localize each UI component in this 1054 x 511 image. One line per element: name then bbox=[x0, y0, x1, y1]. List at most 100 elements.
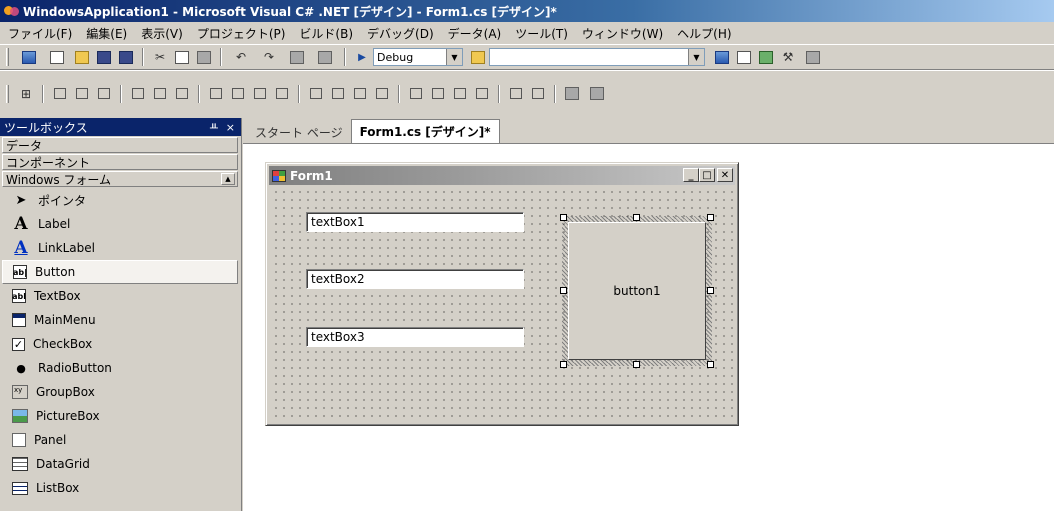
solution-explorer-button[interactable] bbox=[713, 48, 731, 66]
make-same-size-button[interactable] bbox=[273, 85, 291, 103]
bring-to-front-button[interactable] bbox=[563, 85, 581, 103]
undo-button[interactable]: ↶ bbox=[229, 48, 253, 66]
resize-handle[interactable] bbox=[560, 361, 567, 368]
horizontal-spacing-remove-button[interactable] bbox=[373, 85, 391, 103]
horizontal-spacing-increase-button[interactable] bbox=[329, 85, 347, 103]
save-all-button[interactable] bbox=[117, 48, 135, 66]
tool-listbox[interactable]: ListBox bbox=[0, 476, 241, 500]
open-file-button[interactable] bbox=[73, 48, 91, 66]
object-browser-icon bbox=[759, 50, 773, 64]
pin-icon[interactable]: ᚇ bbox=[210, 121, 218, 134]
toolbox-button[interactable]: ⚒ bbox=[779, 48, 797, 66]
tool-groupbox[interactable]: xy GroupBox bbox=[0, 380, 241, 404]
tool-checkbox[interactable]: ✓ CheckBox bbox=[0, 332, 241, 356]
make-same-width-button[interactable] bbox=[207, 85, 225, 103]
copy-button[interactable] bbox=[173, 48, 191, 66]
center-horizontally-button[interactable] bbox=[507, 85, 525, 103]
resize-handle[interactable] bbox=[707, 214, 714, 221]
resize-handle[interactable] bbox=[707, 361, 714, 368]
resize-handle[interactable] bbox=[707, 287, 714, 294]
menu-view[interactable]: 表示(V) bbox=[141, 25, 183, 42]
toolbox-section-data[interactable]: データ bbox=[2, 137, 238, 153]
menu-debug[interactable]: デバッグ(D) bbox=[367, 25, 434, 42]
new-project-button[interactable] bbox=[17, 48, 41, 66]
resize-handle[interactable] bbox=[560, 214, 567, 221]
chevron-down-icon[interactable]: ▼ bbox=[446, 49, 462, 65]
scroll-up-icon[interactable]: ▲ bbox=[221, 173, 235, 185]
properties-button[interactable] bbox=[735, 48, 753, 66]
find-in-files-button[interactable] bbox=[469, 48, 487, 66]
navigate-forward-button[interactable] bbox=[313, 48, 337, 66]
toolbox-section-winforms[interactable]: Windows フォーム ▲ bbox=[2, 171, 238, 187]
textbox1[interactable]: textBox1 bbox=[306, 212, 524, 232]
tool-textbox[interactable]: abl TextBox bbox=[0, 284, 241, 308]
save-all-icon bbox=[119, 50, 133, 64]
toolbox-section-components[interactable]: コンポーネント bbox=[2, 154, 238, 170]
align-bottoms-button[interactable] bbox=[173, 85, 191, 103]
tab-start-page[interactable]: スタート ページ bbox=[247, 121, 351, 143]
menu-file[interactable]: ファイル(F) bbox=[8, 25, 72, 42]
start-button[interactable]: ▶ bbox=[353, 48, 371, 66]
tool-label-text: MainMenu bbox=[34, 313, 96, 327]
align-centers-button[interactable] bbox=[73, 85, 91, 103]
vertical-spacing-equal-button[interactable] bbox=[407, 85, 425, 103]
align-tops-button[interactable] bbox=[129, 85, 147, 103]
textbox2[interactable]: textBox2 bbox=[306, 269, 524, 289]
center-vertically-button[interactable] bbox=[529, 85, 547, 103]
vertical-spacing-increase-button[interactable] bbox=[429, 85, 447, 103]
save-button[interactable] bbox=[95, 48, 113, 66]
add-item-button[interactable] bbox=[45, 48, 69, 66]
menu-data[interactable]: データ(A) bbox=[448, 25, 502, 42]
menu-edit[interactable]: 編集(E) bbox=[86, 25, 127, 42]
menu-help[interactable]: ヘルプ(H) bbox=[677, 25, 731, 42]
toolbar-grip[interactable] bbox=[6, 48, 9, 66]
tool-pointer[interactable]: ➤ ポインタ bbox=[0, 188, 241, 212]
button1-selection-frame[interactable]: button1 bbox=[560, 214, 714, 368]
toolbar-grip[interactable] bbox=[6, 84, 9, 103]
send-to-back-button[interactable] bbox=[585, 85, 609, 103]
standard-toolbar: ✂ ↶ ↷ ▶ Debug ▼ ▼ ⚒ bbox=[0, 44, 1054, 70]
find-combo[interactable]: ▼ bbox=[489, 48, 705, 66]
menu-build[interactable]: ビルド(B) bbox=[299, 25, 353, 42]
form1-designer[interactable]: Form1 _ □ ✕ textBox1 textBox2 textBox3 b… bbox=[265, 162, 739, 426]
chevron-down-icon[interactable]: ▼ bbox=[688, 49, 704, 65]
tool-picturebox[interactable]: PictureBox bbox=[0, 404, 241, 428]
navigate-back-button[interactable] bbox=[285, 48, 309, 66]
menu-project[interactable]: プロジェクト(P) bbox=[197, 25, 286, 42]
panel-icon bbox=[12, 433, 26, 447]
resize-handle[interactable] bbox=[633, 214, 640, 221]
tool-linklabel[interactable]: A LinkLabel bbox=[0, 236, 241, 260]
cut-button[interactable]: ✂ bbox=[151, 48, 169, 66]
tab-form1-design[interactable]: Form1.cs [デザイン]* bbox=[350, 119, 500, 143]
undo-icon: ↶ bbox=[235, 50, 247, 64]
align-middles-button[interactable] bbox=[151, 85, 169, 103]
tool-button[interactable]: ab| Button bbox=[2, 260, 238, 284]
textbox3[interactable]: textBox3 bbox=[306, 327, 524, 347]
vertical-spacing-remove-button[interactable] bbox=[473, 85, 491, 103]
size-to-grid-button[interactable] bbox=[229, 85, 247, 103]
tool-radiobutton[interactable]: ● RadioButton bbox=[0, 356, 241, 380]
resize-handle[interactable] bbox=[633, 361, 640, 368]
tool-mainmenu[interactable]: MainMenu bbox=[0, 308, 241, 332]
redo-button[interactable]: ↷ bbox=[257, 48, 281, 66]
paste-button[interactable] bbox=[195, 48, 213, 66]
tool-datagrid[interactable]: DataGrid bbox=[0, 452, 241, 476]
horizontal-spacing-equal-button[interactable] bbox=[307, 85, 325, 103]
align-lefts-button[interactable] bbox=[51, 85, 69, 103]
resize-handle[interactable] bbox=[560, 287, 567, 294]
button1[interactable]: button1 bbox=[568, 222, 706, 360]
solution-config-select[interactable]: Debug ▼ bbox=[373, 48, 463, 66]
vertical-spacing-decrease-button[interactable] bbox=[451, 85, 469, 103]
make-same-height-button[interactable] bbox=[251, 85, 269, 103]
object-browser-button[interactable] bbox=[757, 48, 775, 66]
close-icon[interactable]: × bbox=[226, 121, 235, 134]
other-windows-button[interactable] bbox=[801, 48, 825, 66]
tool-panel[interactable]: Panel bbox=[0, 428, 241, 452]
form-client-area[interactable]: textBox1 textBox2 textBox3 button1 bbox=[270, 186, 734, 421]
menu-window[interactable]: ウィンドウ(W) bbox=[582, 25, 663, 42]
align-rights-button[interactable] bbox=[95, 85, 113, 103]
horizontal-spacing-decrease-button[interactable] bbox=[351, 85, 369, 103]
align-to-grid-button[interactable]: ⊞ bbox=[17, 85, 35, 103]
menu-tools[interactable]: ツール(T) bbox=[515, 25, 568, 42]
tool-label[interactable]: A Label bbox=[0, 212, 241, 236]
